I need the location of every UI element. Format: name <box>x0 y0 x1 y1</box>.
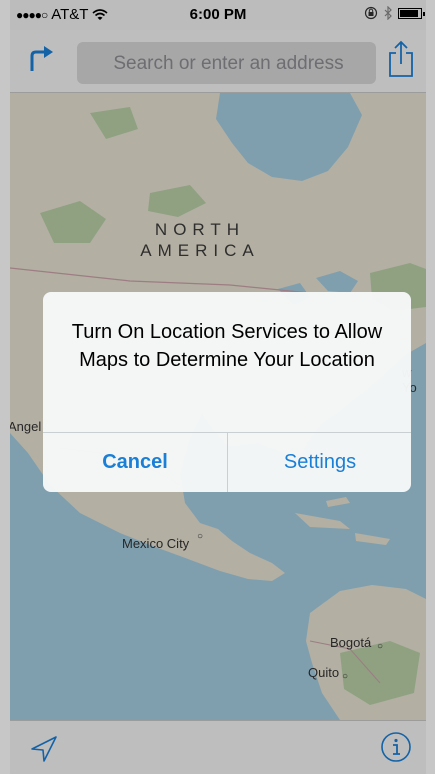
settings-button[interactable]: Settings <box>228 433 411 492</box>
alert-title: Turn On Location Services to Allow Maps … <box>71 321 383 371</box>
phone-screen: NORTH AMERICA Angel w Yo Mexico City ○ B… <box>0 0 435 774</box>
cancel-button[interactable]: Cancel <box>43 433 227 492</box>
location-services-alert: Turn On Location Services to Allow Maps … <box>43 292 411 492</box>
